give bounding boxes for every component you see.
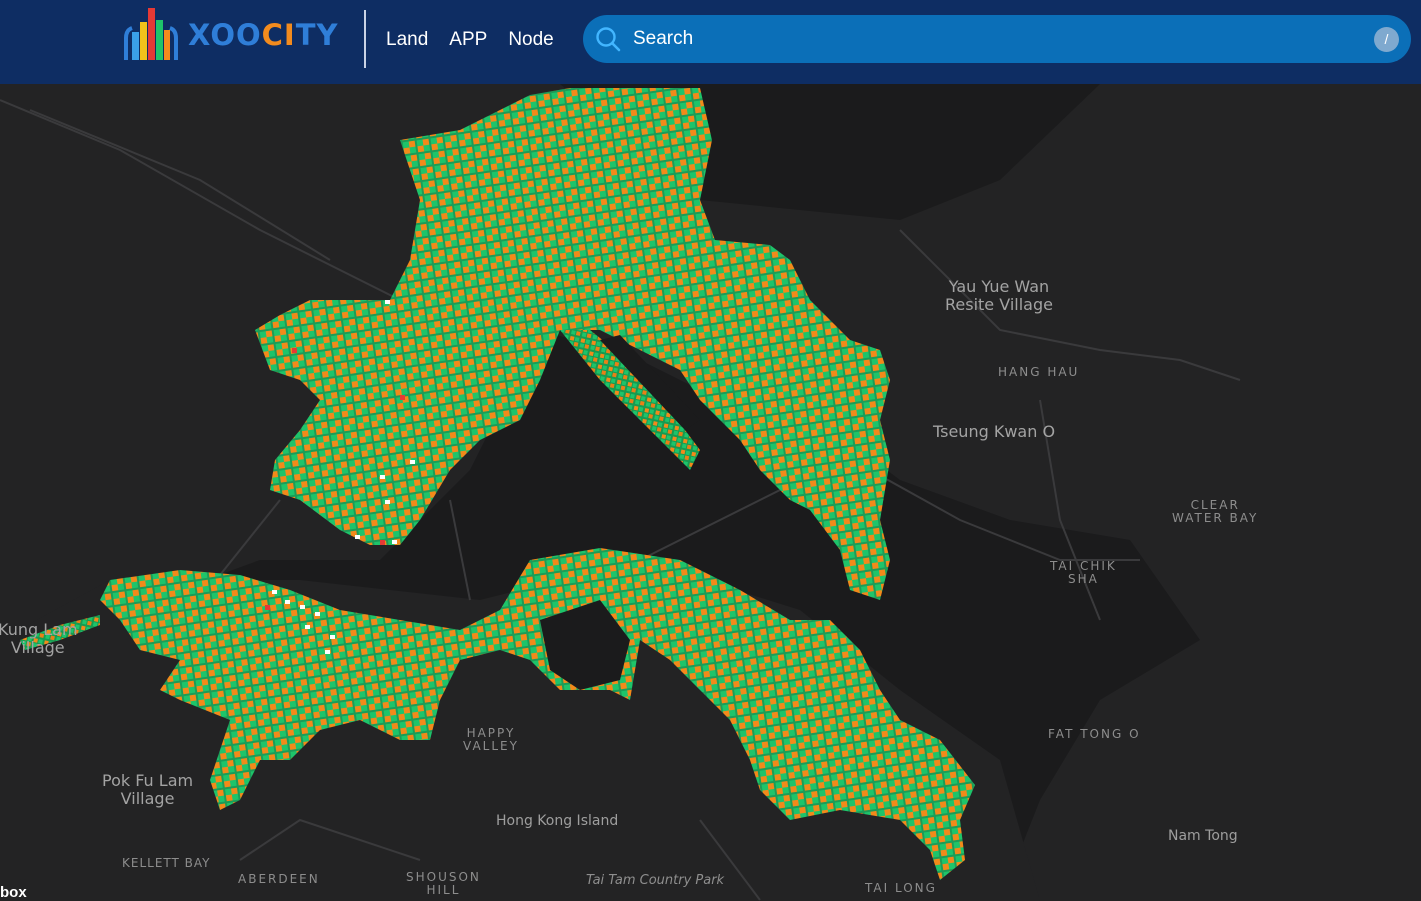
map-canvas[interactable]: [0, 84, 1421, 901]
map-attribution[interactable]: box: [0, 884, 27, 901]
label-tai-tam: Tai Tam Country Park: [586, 873, 725, 888]
label-clear-water-bay: CLEAR WATER BAY: [1172, 498, 1259, 526]
label-hang-hau: HANG HAU: [998, 365, 1080, 379]
label-fat-tong-o: FAT TONG O: [1048, 727, 1141, 741]
search-shortcut-badge: /: [1374, 27, 1399, 52]
label-tai-chik-sha: TAI CHIK SHA: [1050, 559, 1117, 587]
label-shouson-hill: SHOUSON HILL: [406, 870, 481, 898]
building-bars-logo-icon: [124, 8, 178, 60]
search-input[interactable]: [633, 25, 1333, 53]
label-aberdeen: ABERDEEN: [238, 872, 320, 886]
label-kellett-bay: KELLETT BAY: [122, 856, 211, 870]
header-divider: [364, 10, 366, 68]
label-tseung-kwan-o: Tseung Kwan O: [933, 422, 1056, 441]
label-happy-valley: HAPPY VALLEY: [463, 726, 519, 754]
label-tai-long: TAI LONG: [865, 881, 937, 895]
nav-node[interactable]: Node: [508, 29, 553, 51]
label-yau-yue-wan: Yau Yue Wan Resite Village: [945, 277, 1053, 314]
label-pok-fu-lam: Pok Fu Lam Village: [102, 771, 194, 808]
map-view[interactable]: Yau Yue Wan Resite Village HANG HAU Tseu…: [0, 84, 1421, 901]
main-nav: Land APP Node: [386, 29, 575, 51]
search-bar[interactable]: /: [583, 15, 1411, 63]
xoocity-logo[interactable]: XOOCITY: [120, 4, 350, 66]
label-hong-kong-island: Hong Kong Island: [496, 813, 619, 829]
top-navigation-bar: XOOCITY Land APP Node /: [0, 0, 1421, 84]
logo-wordmark: XOOCITY: [188, 18, 339, 52]
search-icon[interactable]: [594, 25, 622, 53]
nav-app[interactable]: APP: [449, 29, 487, 51]
label-nam-tong: Nam Tong: [1168, 828, 1238, 844]
nav-land[interactable]: Land: [386, 29, 428, 51]
label-kung-lam-village: Kung Lam Village: [0, 620, 78, 657]
